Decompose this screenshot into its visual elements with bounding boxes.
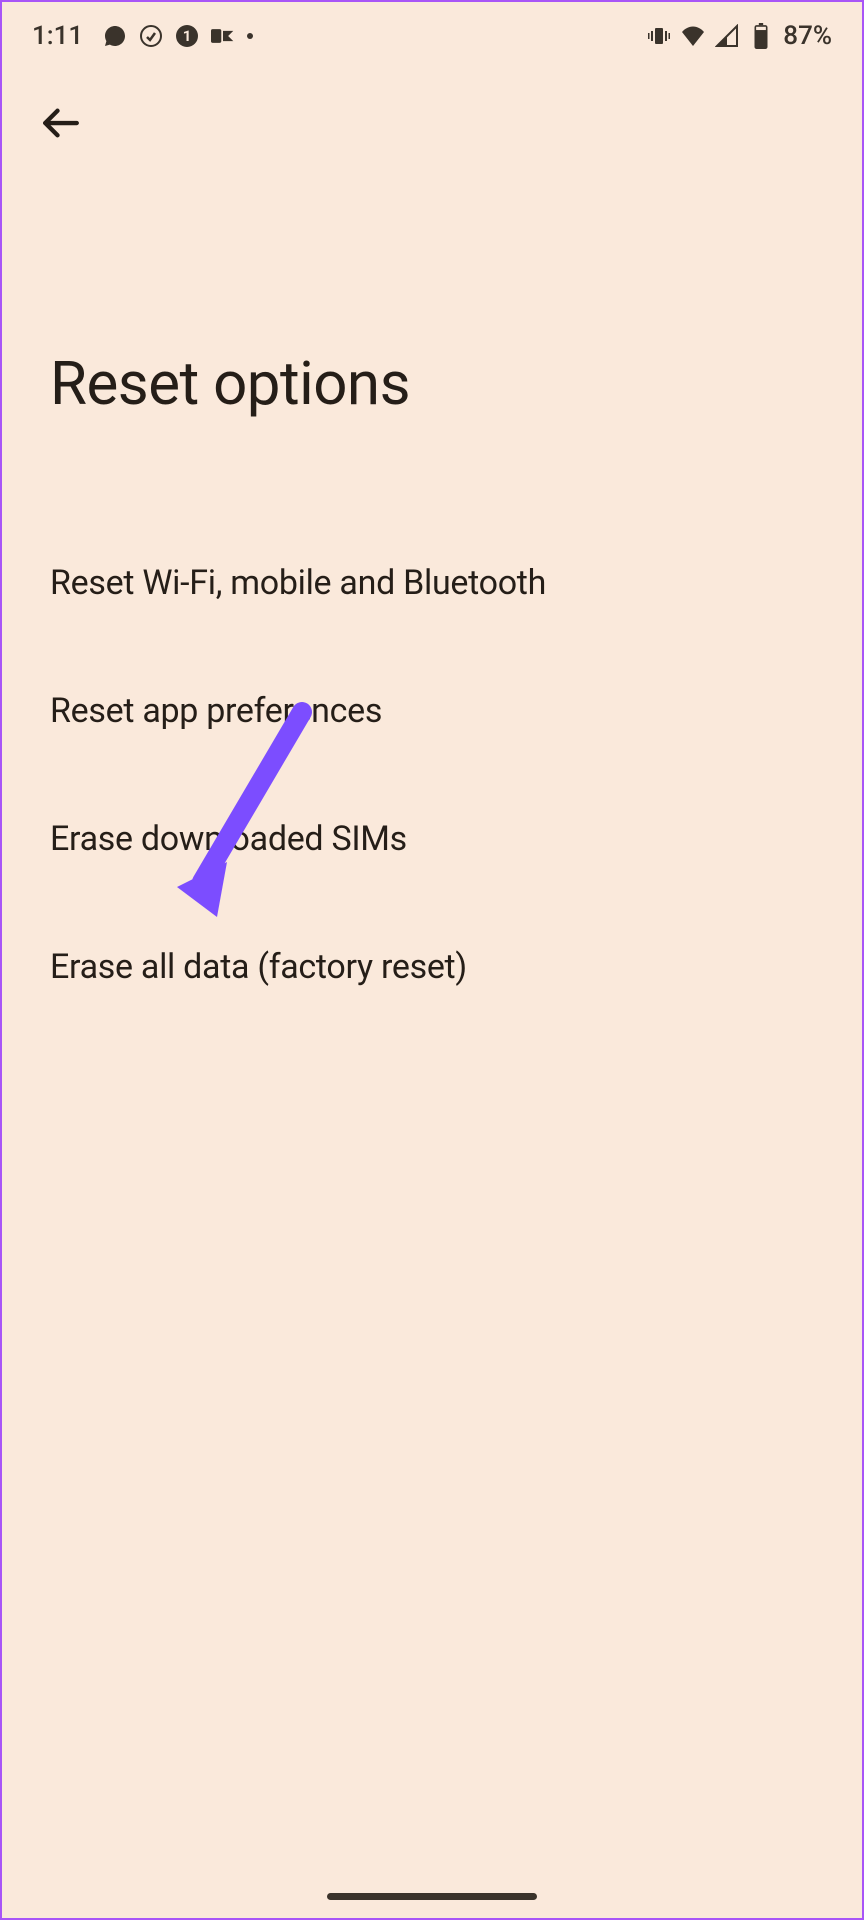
reset-wifi-mobile-bluetooth-option[interactable]: Reset Wi-Fi, mobile and Bluetooth [50, 519, 862, 647]
battery-icon [749, 24, 773, 48]
wifi-icon [681, 24, 705, 48]
erase-downloaded-sims-option[interactable]: Erase downloaded SIMs [50, 775, 862, 903]
svg-text:1: 1 [183, 27, 192, 45]
erase-all-data-factory-reset-option[interactable]: Erase all data (factory reset) [50, 903, 862, 1031]
status-right: 87% [647, 21, 832, 51]
options-list: Reset Wi-Fi, mobile and Bluetooth Reset … [2, 419, 862, 1031]
outlook-icon [211, 24, 235, 48]
notification-badge-icon: 1 [175, 24, 199, 48]
back-arrow-icon [40, 102, 82, 144]
reset-app-preferences-option[interactable]: Reset app preferences [50, 647, 862, 775]
vibrate-icon [647, 24, 671, 48]
back-button[interactable] [2, 62, 862, 148]
battery-percent: 87% [783, 21, 832, 51]
status-bar: 1:11 1 87% [2, 2, 862, 62]
signal-icon [715, 24, 739, 48]
status-time: 1:11 [32, 21, 83, 51]
navigation-handle[interactable] [327, 1893, 537, 1900]
chat-icon [103, 24, 127, 48]
more-notifications-dot-icon [247, 33, 253, 39]
page-title: Reset options [2, 148, 862, 419]
cloud-icon [139, 24, 163, 48]
status-left: 1:11 1 [32, 21, 253, 51]
